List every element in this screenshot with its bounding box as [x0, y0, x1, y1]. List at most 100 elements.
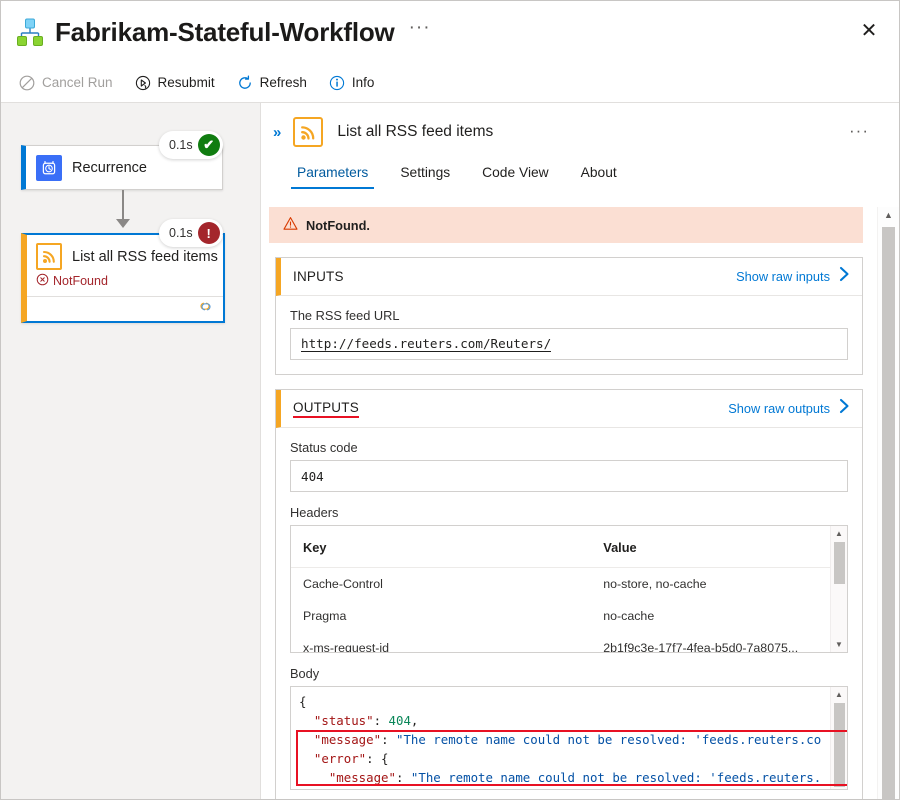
- node-footer: [27, 296, 223, 320]
- scroll-up-icon[interactable]: ▲: [878, 210, 899, 220]
- workflow-run-window: Fabrikam-Stateful-Workflow ··· ✕ Cancel …: [0, 0, 900, 800]
- scroll-down-icon[interactable]: ▼: [831, 640, 847, 649]
- node-status-badge-recurrence: 0.1s ✔: [159, 131, 223, 159]
- outputs-card-body: Status code 404 Headers Key Value Cache-…: [276, 428, 862, 799]
- clock-recurrence-icon: [36, 154, 62, 181]
- resubmit-label: Resubmit: [157, 75, 215, 90]
- table-row: x-ms-request-id 2b1f9c3e-17f7-4fea-b5d0-…: [291, 632, 847, 653]
- headers-scrollbar[interactable]: ▲ ▼: [830, 526, 847, 652]
- rss-feed-url-field[interactable]: http://feeds.reuters.com/Reuters/: [290, 328, 848, 360]
- outputs-card: OUTPUTS Show raw outputs Status code 404…: [275, 389, 863, 799]
- table-row: Pragma no-cache: [291, 600, 847, 632]
- node-status-badge-rss: 0.1s !: [159, 219, 223, 247]
- info-button[interactable]: Info: [329, 63, 375, 102]
- warning-triangle-icon: [283, 216, 298, 234]
- body-json-content: { "status": 404, "message": "The remote …: [299, 694, 822, 785]
- inputs-card-body: The RSS feed URL http://feeds.reuters.co…: [276, 296, 862, 374]
- rss-icon: [36, 243, 62, 270]
- info-icon: [329, 75, 345, 91]
- rss-icon: [293, 117, 324, 147]
- node-error-text: NotFound: [53, 274, 108, 288]
- tab-code-view[interactable]: Code View: [468, 159, 562, 189]
- tab-settings[interactable]: Settings: [386, 159, 464, 189]
- scroll-up-icon[interactable]: ▲: [831, 690, 847, 699]
- cancel-run-label: Cancel Run: [42, 75, 113, 90]
- node-duration-recurrence: 0.1s: [169, 138, 193, 152]
- headers-table-wrap: Key Value Cache-Control no-store, no-cac…: [290, 525, 848, 653]
- show-raw-inputs-label: Show raw inputs: [736, 269, 830, 284]
- designer-canvas[interactable]: Recurrence 0.1s ✔ List all RSS feed item…: [1, 103, 261, 799]
- tab-about[interactable]: About: [567, 159, 631, 189]
- status-code-value: 404: [301, 468, 324, 484]
- header-value: no-store, no-cache: [603, 577, 707, 591]
- column-header-value: Value: [591, 526, 847, 568]
- error-alert-text: NotFound.: [306, 217, 370, 233]
- status-code-label: Status code: [290, 440, 358, 455]
- refresh-icon: [237, 75, 253, 91]
- pane-overflow-menu[interactable]: ···: [849, 121, 869, 141]
- node-label-rss: List all RSS feed items: [72, 248, 218, 265]
- header-key: Pragma: [303, 609, 347, 623]
- scroll-up-icon[interactable]: ▲: [831, 529, 847, 538]
- node-label-recurrence: Recurrence: [72, 159, 147, 176]
- resubmit-play-icon: [135, 75, 151, 91]
- headers-table-header-row: Key Value: [291, 526, 847, 568]
- body-json-wrap[interactable]: { "status": 404, "message": "The remote …: [290, 686, 848, 790]
- refresh-label: Refresh: [259, 75, 307, 90]
- headers-label: Headers: [290, 505, 339, 520]
- error-exclamation-icon: !: [197, 222, 220, 244]
- cancel-run-button[interactable]: Cancel Run: [19, 63, 113, 102]
- pane-scrollbar-thumb[interactable]: [882, 227, 895, 799]
- error-circle-x-icon: [36, 273, 49, 289]
- body-label: Body: [290, 666, 320, 681]
- status-code-field[interactable]: 404: [290, 460, 848, 492]
- node-error-status: NotFound: [27, 270, 223, 289]
- body-scrollbar-thumb[interactable]: [834, 703, 845, 787]
- table-row: Cache-Control no-store, no-cache: [291, 568, 847, 601]
- pane-header: » List all RSS feed items ···: [261, 103, 899, 147]
- inputs-heading: INPUTS: [293, 269, 344, 284]
- tab-parameters[interactable]: Parameters: [283, 159, 382, 189]
- outputs-heading: OUTPUTS: [293, 400, 359, 418]
- header-key: Cache-Control: [303, 577, 383, 591]
- inputs-card: INPUTS Show raw inputs The RSS feed URL: [275, 257, 863, 375]
- rss-feed-url-label: The RSS feed URL: [290, 308, 400, 323]
- pane-scrollbar[interactable]: ▲: [877, 207, 899, 799]
- pane-title: List all RSS feed items: [337, 123, 494, 140]
- chevron-right-icon: [839, 398, 850, 419]
- workflow-hierarchy-icon: [13, 15, 47, 49]
- cancel-icon: [19, 75, 35, 91]
- header-key: x-ms-request-id: [303, 641, 390, 653]
- body-scrollbar[interactable]: ▲: [830, 687, 847, 789]
- node-connector-line: [122, 190, 124, 222]
- pane-tabs: Parameters Settings Code View About: [261, 147, 899, 189]
- show-raw-inputs-button[interactable]: Show raw inputs: [736, 266, 850, 287]
- title-bar: Fabrikam-Stateful-Workflow ··· ✕: [1, 1, 899, 63]
- link-chain-icon[interactable]: [197, 300, 214, 318]
- info-label: Info: [351, 75, 375, 90]
- header-value: no-cache: [603, 609, 655, 623]
- outputs-card-header: OUTPUTS Show raw outputs: [276, 390, 862, 428]
- error-alert-banner: NotFound.: [269, 207, 863, 243]
- node-duration-rss: 0.1s: [169, 226, 193, 240]
- title-overflow-menu[interactable]: ···: [409, 18, 431, 41]
- node-connector-arrow-icon: [116, 219, 130, 228]
- command-bar: Cancel Run Resubmit Refresh Info: [1, 63, 899, 103]
- inputs-card-header: INPUTS Show raw inputs: [276, 258, 862, 296]
- success-check-icon: ✔: [197, 134, 220, 156]
- show-raw-outputs-button[interactable]: Show raw outputs: [728, 398, 850, 419]
- headers-table: Key Value Cache-Control no-store, no-cac…: [291, 526, 847, 653]
- action-details-pane: » List all RSS feed items ··· Parameters…: [261, 103, 899, 799]
- close-icon[interactable]: ✕: [853, 15, 885, 47]
- resubmit-button[interactable]: Resubmit: [135, 63, 215, 102]
- column-header-key: Key: [291, 526, 592, 568]
- content-split: Recurrence 0.1s ✔ List all RSS feed item…: [1, 103, 899, 799]
- refresh-button[interactable]: Refresh: [237, 63, 307, 102]
- pane-scroll-region: NotFound. INPUTS Show raw inputs The RSS…: [261, 207, 877, 799]
- collapse-pane-icon[interactable]: »: [273, 124, 281, 141]
- rss-feed-url-value: http://feeds.reuters.com/Reuters/: [301, 336, 552, 352]
- headers-scrollbar-thumb[interactable]: [834, 542, 845, 584]
- chevron-right-icon: [839, 266, 850, 287]
- page-title: Fabrikam-Stateful-Workflow: [55, 16, 395, 47]
- header-value: 2b1f9c3e-17f7-4fea-b5d0-7a8075...: [603, 641, 799, 653]
